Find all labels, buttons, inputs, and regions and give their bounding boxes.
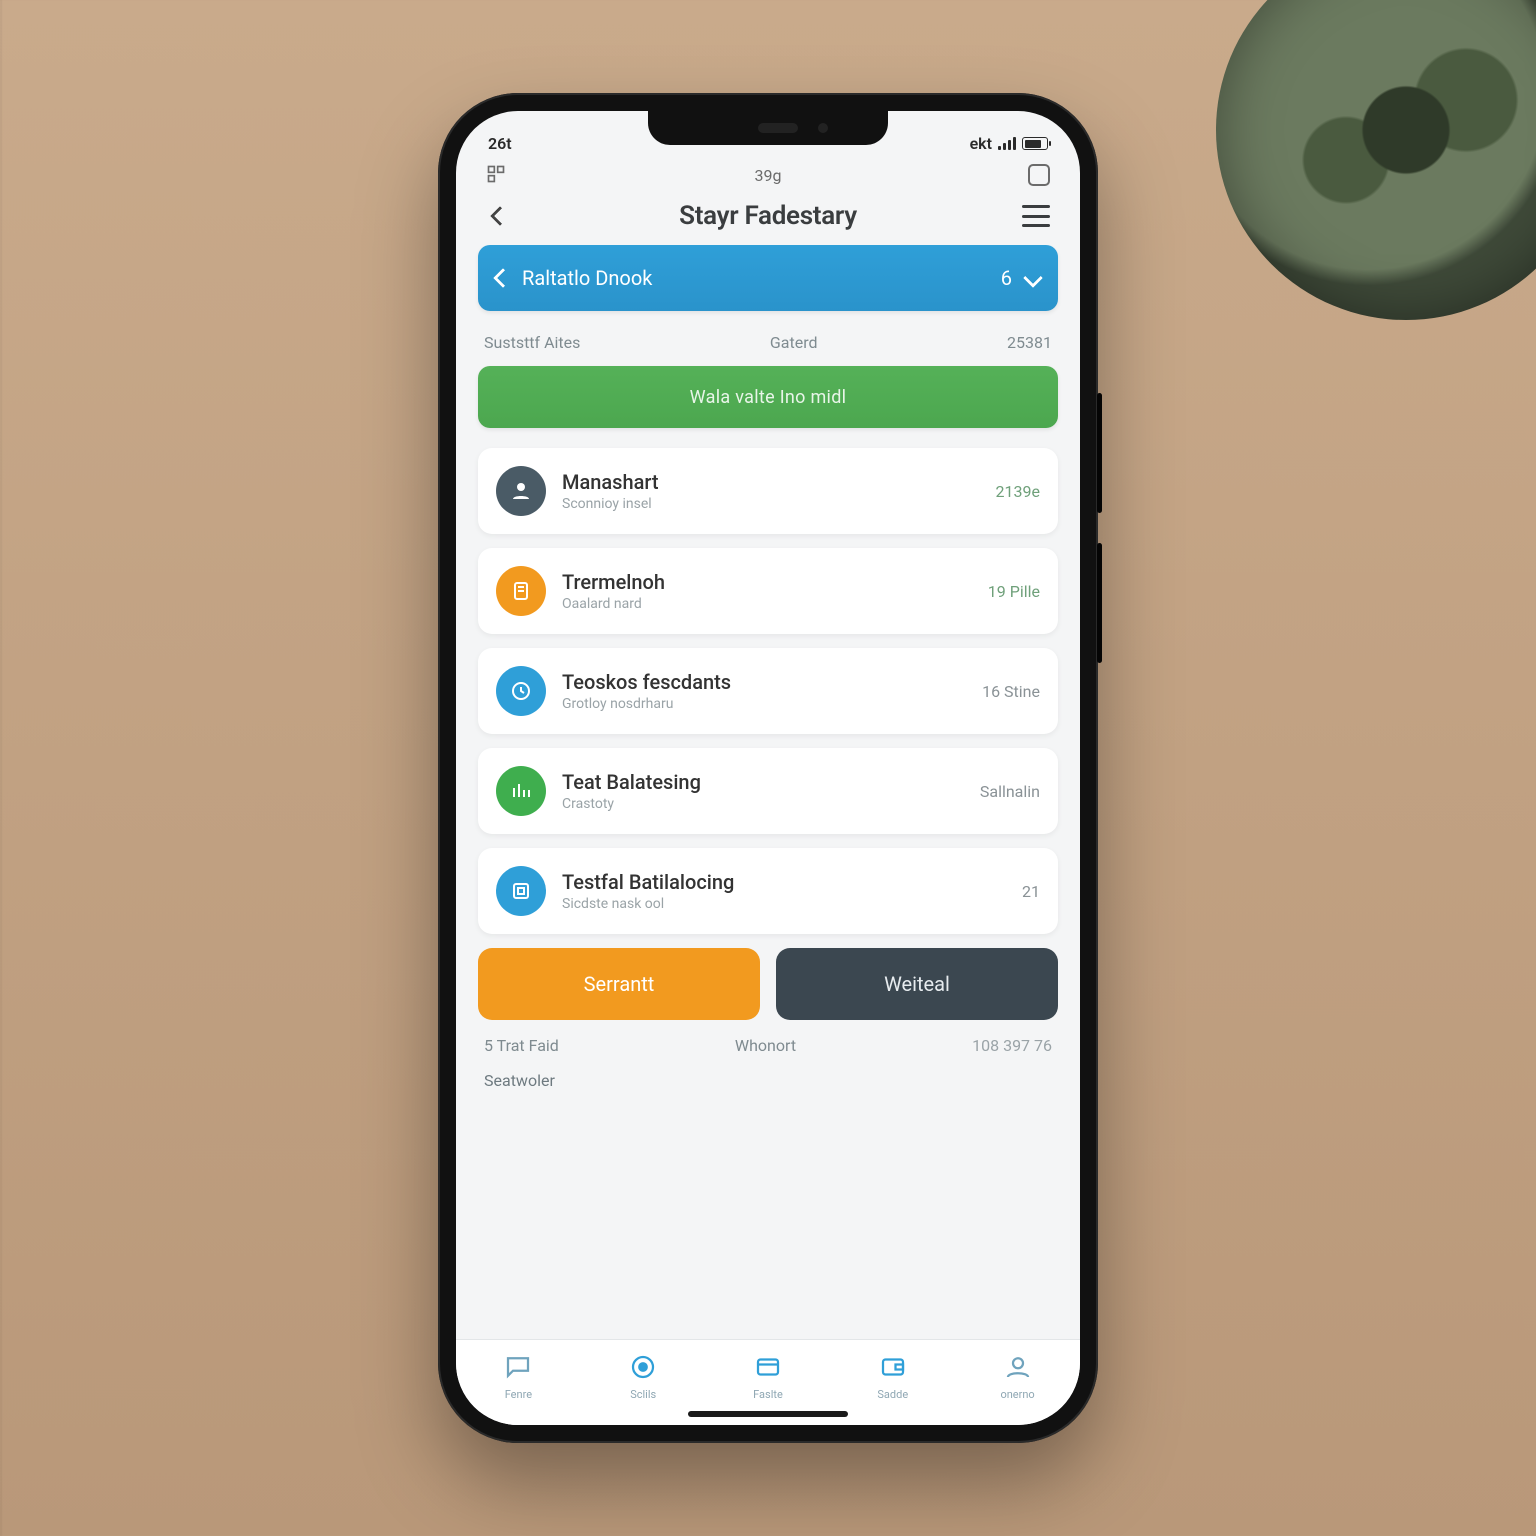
notch [648, 111, 888, 145]
item-icon [496, 666, 546, 716]
item-meta: 19 Pille [988, 582, 1040, 601]
item-sub: Oaalard nard [562, 596, 665, 612]
item-sub: Sicdste nask ool [562, 896, 734, 912]
left-action-button[interactable]: Serrantt [478, 948, 760, 1020]
phone-frame: 26t ekt 39g Stayr Fadestary [438, 93, 1098, 1443]
selector-pill[interactable]: Raltatlo Dnook 6 [478, 245, 1058, 311]
tab-label: Sclils [630, 1388, 656, 1401]
list-item[interactable]: Manashart Sconnioy insel 2139e [478, 448, 1058, 534]
subbar-left-icon[interactable] [486, 164, 508, 186]
item-title: Teat Balatesing [562, 770, 701, 794]
primary-action-button[interactable]: Wala valte Ino midl [478, 366, 1058, 428]
tab-label: Faslte [753, 1388, 783, 1401]
target-icon [626, 1350, 660, 1384]
signal-icon [998, 137, 1016, 150]
tab-label: Fenre [505, 1388, 532, 1401]
battery-icon [1022, 137, 1048, 150]
tab-item[interactable]: Faslte [723, 1350, 813, 1401]
right-action-button[interactable]: Weiteal [776, 948, 1058, 1020]
item-sub: Grotloy nosdrharu [562, 696, 731, 712]
chat-icon [501, 1350, 535, 1384]
item-title: Testfal Batilalocing [562, 870, 734, 894]
item-icon [496, 766, 546, 816]
item-icon [496, 866, 546, 916]
subbar-center: 39g [755, 166, 782, 185]
item-meta: 2139e [996, 482, 1040, 501]
item-title: Teoskos fescdants [562, 670, 731, 694]
status-carrier: ekt [970, 134, 992, 153]
chevron-down-icon [1023, 268, 1043, 288]
wallet-icon [876, 1350, 910, 1384]
foot-a: 5 Trat Faid [484, 1036, 559, 1055]
primary-action-label: Wala valte Ino midl [690, 387, 847, 408]
selector-label: Raltatlo Dnook [522, 266, 652, 290]
status-time: 26t [488, 134, 512, 153]
item-icon [496, 466, 546, 516]
tab-item[interactable]: Fenre [473, 1350, 563, 1401]
subbar-right-icon[interactable] [1028, 164, 1050, 186]
screen: 26t ekt 39g Stayr Fadestary [456, 111, 1080, 1425]
list-item[interactable]: Teat Balatesing Crastoty Sallnalin [478, 748, 1058, 834]
sub-bar: 39g [456, 155, 1080, 195]
card-icon [751, 1350, 785, 1384]
item-icon [496, 566, 546, 616]
home-indicator[interactable] [688, 1411, 848, 1417]
list-item[interactable]: Testfal Batilalocing Sicdste nask ool 21 [478, 848, 1058, 934]
item-title: Manashart [562, 470, 659, 494]
item-meta: 21 [1022, 882, 1040, 901]
tab-item[interactable]: Sclils [598, 1350, 688, 1401]
list-item[interactable]: Trermelnoh Oaalard nard 19 Pille [478, 548, 1058, 634]
column-headers: Suststtf Aites Gaterd 25381 [478, 311, 1058, 366]
footer-row: 5 Trat Faid Whonort 108 397 76 [478, 1036, 1058, 1065]
foot-b: Whonort [735, 1036, 796, 1055]
menu-button[interactable] [1022, 205, 1050, 227]
col-b: Gaterd [770, 333, 818, 352]
foot-c: 108 397 76 [972, 1036, 1052, 1055]
item-meta: Sallnalin [980, 782, 1040, 801]
col-c: 25381 [1007, 333, 1052, 352]
tab-item[interactable]: onerno [973, 1350, 1063, 1401]
col-a: Suststtf Aites [484, 333, 580, 352]
item-meta: 16 Stine [982, 682, 1040, 701]
selector-count: 6 [1001, 266, 1012, 290]
tab-label: Sadde [877, 1388, 908, 1401]
list-item[interactable]: Teoskos fescdants Grotloy nosdrharu 16 S… [478, 648, 1058, 734]
page-title: Stayr Fadestary [679, 201, 857, 231]
button-row: Serrantt Weiteal [478, 948, 1058, 1020]
left-action-label: Serrantt [584, 972, 655, 996]
chevron-left-icon [493, 268, 513, 288]
item-sub: Crastoty [562, 796, 701, 812]
section-label: Seatwoler [478, 1065, 1058, 1090]
tab-item[interactable]: Sadde [848, 1350, 938, 1401]
item-title: Trermelnoh [562, 570, 665, 594]
tab-label: onerno [1000, 1388, 1034, 1401]
content: Raltatlo Dnook 6 Suststtf Aites Gaterd 2… [456, 245, 1080, 1339]
title-bar: Stayr Fadestary [456, 195, 1080, 245]
profile-icon [1001, 1350, 1035, 1384]
back-button[interactable] [486, 202, 514, 230]
right-action-label: Weiteal [884, 972, 950, 996]
decorative-plant [1216, 0, 1536, 320]
item-sub: Sconnioy insel [562, 496, 659, 512]
